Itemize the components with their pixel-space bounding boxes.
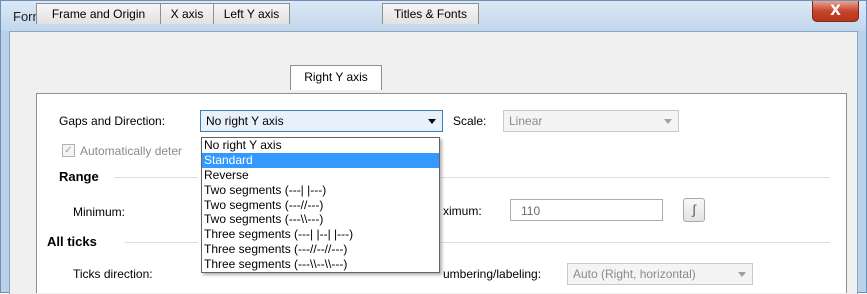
all-ticks-heading: All ticks (47, 234, 97, 249)
numbering-label: umbering/labeling: (443, 267, 542, 281)
close-button[interactable]: X (812, 1, 859, 22)
scale-value: Linear (509, 114, 543, 128)
numbering-select[interactable]: Auto (Right, horizontal) (567, 263, 753, 285)
tab-label: Left Y axis (223, 7, 280, 21)
close-icon: X (830, 3, 841, 19)
chevron-down-icon (664, 119, 672, 124)
range-heading: Range (59, 169, 99, 184)
minimum-label: Minimum: (73, 205, 126, 219)
gaps-direction-value: No right Y axis (206, 114, 284, 128)
dropdown-option[interactable]: Standard (202, 152, 439, 168)
scale-select[interactable]: Linear (503, 110, 679, 132)
tab-titles-fonts[interactable]: Titles & Fonts (382, 3, 479, 24)
tab-left-y-axis[interactable]: Left Y axis (213, 3, 290, 24)
maximum-label: ximum: (443, 204, 482, 218)
dropdown-option[interactable]: Two segments (---\\---) (202, 212, 439, 227)
dropdown-option[interactable]: No right Y axis (202, 138, 439, 153)
numbering-value: Auto (Right, horizontal) (573, 267, 696, 281)
ticks-divider-right (441, 242, 830, 243)
tab-label: Titles & Fonts (394, 7, 467, 21)
dropdown-option[interactable]: Three segments (---\\--\\---) (202, 257, 439, 272)
tab-label: Right Y axis (304, 70, 368, 84)
dropdown-option[interactable]: Two segments (---//---) (202, 198, 439, 213)
auto-checkbox-label: Automatically deter (80, 144, 183, 158)
tab-frame-and-origin[interactable]: Frame and Origin (36, 3, 161, 24)
tab-x-axis[interactable]: X axis (160, 3, 214, 24)
tab-label: X axis (170, 7, 204, 21)
dropdown-option[interactable]: Two segments (---| |---) (202, 183, 439, 198)
tab-label: Frame and Origin (51, 7, 146, 21)
tab-right-y-axis[interactable]: Right Y axis (290, 65, 382, 90)
calculator-button[interactable]: ∫ (683, 198, 705, 222)
dropdown-option[interactable]: Three segments (---//--//---) (202, 242, 439, 257)
gaps-direction-dropdown: No right Y axis Standard Reverse Two seg… (201, 137, 440, 273)
auto-checkbox[interactable]: ✓ (62, 144, 75, 157)
chevron-down-icon (428, 119, 436, 124)
gaps-direction-select[interactable]: No right Y axis (200, 110, 443, 132)
gaps-direction-label: Gaps and Direction: (59, 114, 166, 128)
range-divider-right (441, 177, 830, 178)
dropdown-option[interactable]: Three segments (---| |--| |---) (202, 227, 439, 242)
ticks-divider (125, 242, 198, 243)
calculator-icon: ∫ (692, 202, 696, 217)
ticks-direction-label: Ticks direction: (73, 267, 153, 281)
scale-label: Scale: (453, 114, 487, 128)
maximum-input[interactable]: 110 (510, 199, 663, 221)
dropdown-option[interactable]: Reverse (202, 168, 439, 183)
range-divider (114, 177, 198, 178)
maximum-value: 110 (521, 204, 541, 218)
chevron-down-icon (738, 272, 746, 277)
